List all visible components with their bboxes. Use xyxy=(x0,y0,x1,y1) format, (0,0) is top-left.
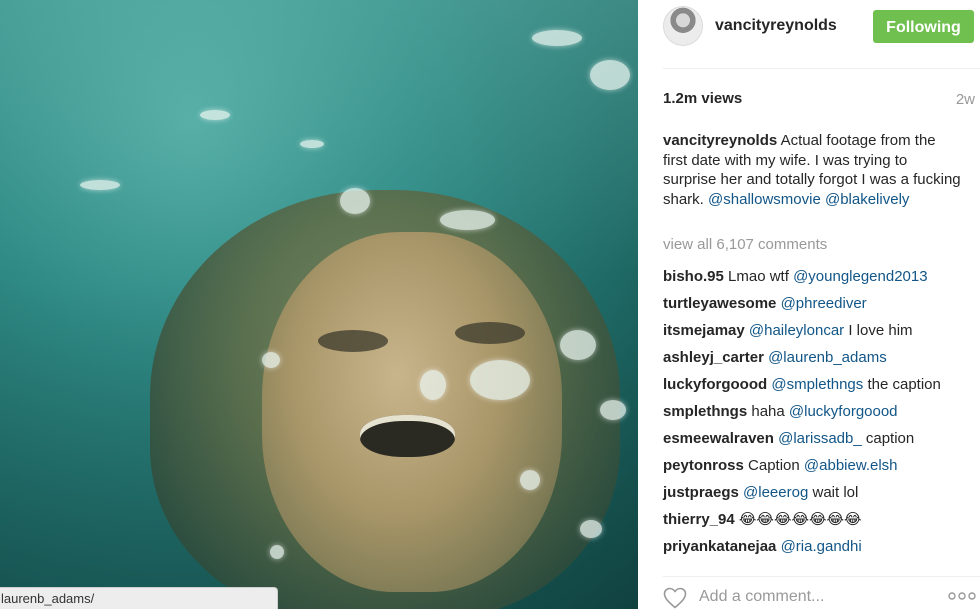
comment-mention[interactable]: @abbiew.elsh xyxy=(804,457,898,474)
bubble xyxy=(532,30,582,46)
comment-username[interactable]: thierry_94 xyxy=(663,511,735,528)
comment-username[interactable]: turtleyawesome xyxy=(663,295,776,312)
comment-item: itsmejamay @haileyloncar I love him xyxy=(663,317,975,344)
avatar[interactable] xyxy=(663,6,703,46)
more-options-icon[interactable] xyxy=(948,591,976,601)
following-button[interactable]: Following xyxy=(873,10,974,43)
post-stats: 1.2m views 2w xyxy=(663,90,975,112)
bubble xyxy=(560,330,596,360)
comment-text: Caption xyxy=(748,457,800,474)
comment-text: the caption xyxy=(867,376,941,393)
author-username[interactable]: vancityreynolds xyxy=(715,17,837,35)
comment-mention[interactable]: @luckyforgoood xyxy=(789,403,898,420)
caption-mention[interactable]: @blakelively xyxy=(825,191,909,208)
bubble xyxy=(340,188,370,214)
heart-outline-icon[interactable] xyxy=(663,587,687,609)
comment-username[interactable]: smplethngs xyxy=(663,403,747,420)
comment-text: I love him xyxy=(848,322,913,339)
comment-mention[interactable]: @laurenb_adams xyxy=(768,349,887,366)
media-mouth xyxy=(360,415,455,457)
comment-mention[interactable]: @haileyloncar xyxy=(749,322,844,339)
comment-item: peytonross Caption @abbiew.elsh xyxy=(663,452,975,479)
bubble xyxy=(520,470,540,490)
comment-item: luckyforgoood @smplethngs the caption xyxy=(663,371,975,398)
post-caption: vancityreynolds Actual footage from the … xyxy=(663,131,963,209)
comment-list: bisho.95 Lmao wtf @younglegend2013 turtl… xyxy=(663,263,975,560)
bubble xyxy=(270,545,284,559)
bubble xyxy=(262,352,280,368)
view-count: 1.2m views xyxy=(663,90,743,107)
comment-item: justpraegs @leeerog wait lol xyxy=(663,479,975,506)
comment-mention[interactable]: @phreediver xyxy=(781,295,867,312)
comment-username[interactable]: luckyforgoood xyxy=(663,376,767,393)
comment-text: 😂😂😂😂😂😂😂 xyxy=(738,511,862,528)
comment-item: thierry_94 😂😂😂😂😂😂😂 xyxy=(663,506,975,533)
bubble xyxy=(590,60,630,90)
comment-text: haha xyxy=(751,403,785,420)
media-eye-right xyxy=(455,322,525,344)
comment-username[interactable]: peytonross xyxy=(663,457,744,474)
media-face-shape xyxy=(262,232,562,592)
comment-mention[interactable]: @larissadb_ xyxy=(778,430,862,447)
post-header: vancityreynolds Following xyxy=(663,0,980,69)
comment-text: caption xyxy=(865,430,915,447)
add-comment-input[interactable] xyxy=(699,588,919,606)
comment-mention[interactable]: @leeerog xyxy=(743,484,808,501)
caption-username[interactable]: vancityreynolds xyxy=(663,132,777,149)
bubble xyxy=(440,210,495,230)
comment-item: esmeewalraven @larissadb_ caption xyxy=(663,425,975,452)
bubble xyxy=(80,180,120,190)
comment-item: priyankatanejaa @ria.gandhi xyxy=(663,533,975,560)
comment-mention[interactable]: @younglegend2013 xyxy=(793,268,928,285)
comment-footer xyxy=(663,576,980,610)
bubble xyxy=(470,360,530,400)
bubble xyxy=(300,140,324,148)
post-age[interactable]: 2w xyxy=(956,91,975,108)
comment-text: wait lol xyxy=(812,484,859,501)
comment-username[interactable]: priyankatanejaa xyxy=(663,538,776,555)
comment-username[interactable]: ashleyj_carter xyxy=(663,349,764,366)
comment-mention[interactable]: @ria.gandhi xyxy=(781,538,862,555)
post-media-video[interactable]: laurenb_adams/ xyxy=(0,0,638,609)
view-all-comments-link[interactable]: view all 6,107 comments xyxy=(663,236,827,253)
comment-username[interactable]: bisho.95 xyxy=(663,268,724,285)
comment-item: ashleyj_carter @laurenb_adams xyxy=(663,344,975,371)
comment-username[interactable]: itsmejamay xyxy=(663,322,745,339)
status-bar-url-tooltip: laurenb_adams/ xyxy=(0,587,278,609)
comment-item: bisho.95 Lmao wtf @younglegend2013 xyxy=(663,263,975,290)
comment-username[interactable]: justpraegs xyxy=(663,484,739,501)
bubble xyxy=(580,520,602,538)
comment-item: turtleyawesome @phreediver xyxy=(663,290,975,317)
post-sidebar: vancityreynolds Following 1.2m views 2w … xyxy=(638,0,980,609)
caption-mention[interactable]: @shallowsmovie xyxy=(708,191,821,208)
comment-item: smplethngs haha @luckyforgoood xyxy=(663,398,975,425)
comment-username[interactable]: esmeewalraven xyxy=(663,430,774,447)
media-eye-left xyxy=(318,330,388,352)
comment-text: Lmao wtf xyxy=(728,268,789,285)
comment-mention[interactable]: @smplethngs xyxy=(771,376,863,393)
bubble xyxy=(420,370,446,400)
bubble xyxy=(600,400,626,420)
bubble xyxy=(200,110,230,120)
